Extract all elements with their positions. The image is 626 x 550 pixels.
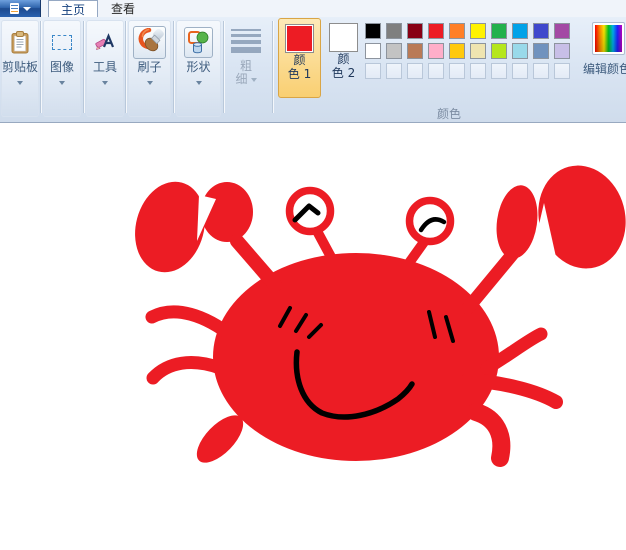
palette-swatch[interactable] [407, 23, 423, 39]
brush-icon [133, 25, 166, 59]
tab-view[interactable]: 查看 [99, 0, 147, 17]
image-group-button[interactable]: 图像 [43, 20, 81, 117]
separator [223, 21, 224, 113]
palette-empty-slot [386, 63, 402, 79]
paint-file-icon [9, 3, 19, 14]
color1-swatch [285, 24, 314, 53]
palette-row-3 [365, 63, 570, 79]
clipboard-label: 剪贴板 [2, 60, 39, 74]
palette-empty-slot [407, 63, 423, 79]
shapes-label: 形状 [186, 60, 211, 74]
color-palette [365, 23, 570, 83]
brushes-label: 刷子 [137, 60, 162, 74]
tools-label: 工具 [92, 60, 117, 74]
palette-swatch[interactable] [386, 43, 402, 59]
palette-swatch[interactable] [512, 43, 528, 59]
paint-window: 主页 查看 剪贴板 图像 工具 刷子 形状 粗 细 颜 色 1 颜 色 2 编辑… [0, 0, 626, 550]
crab-left-eye [285, 186, 335, 236]
crab-left-eyestalk [312, 226, 336, 262]
shapes-icon [184, 26, 213, 58]
palette-swatch[interactable] [428, 43, 444, 59]
edit-colors-label: 编辑颜色 [583, 62, 626, 76]
palette-swatch[interactable] [428, 23, 444, 39]
color2-button[interactable]: 颜 色 2 [325, 18, 362, 98]
palette-empty-slot [512, 63, 528, 79]
palette-empty-slot [428, 63, 444, 79]
palette-swatch[interactable] [470, 23, 486, 39]
brushes-group-button[interactable]: 刷子 [128, 20, 171, 117]
palette-row-1 [365, 23, 570, 39]
palette-swatch[interactable] [512, 23, 528, 39]
color2-label-line2: 色 2 [331, 66, 356, 80]
color1-label-line2: 色 1 [287, 67, 312, 81]
dropdown-arrow-icon [195, 81, 202, 85]
dropdown-arrow-icon [102, 81, 108, 85]
crab-right-flipper [467, 403, 511, 467]
clipboard-group-button[interactable]: 剪贴板 [1, 20, 39, 117]
size-label-line2: 细 [235, 72, 248, 86]
separator [40, 21, 41, 113]
dropdown-arrow-icon [59, 81, 65, 85]
tools-icon [95, 23, 115, 61]
palette-swatch[interactable] [491, 23, 507, 39]
palette-swatch[interactable] [491, 43, 507, 59]
size-group-button[interactable]: 粗 细 [226, 20, 266, 117]
color2-swatch [329, 23, 358, 52]
crab-body [213, 253, 499, 461]
dropdown-arrow-icon [17, 81, 23, 85]
separator [173, 21, 174, 113]
color1-label-line1: 颜 [293, 53, 306, 67]
separator [83, 21, 84, 113]
separator [272, 21, 273, 113]
crab-right-arm [461, 243, 523, 315]
drawing-canvas[interactable] [0, 123, 626, 550]
palette-empty-slot [491, 63, 507, 79]
ribbon: 剪贴板 图像 工具 刷子 形状 粗 细 颜 色 1 颜 色 2 编辑颜色 颜色 [0, 17, 626, 123]
line-thickness-icon [231, 22, 261, 60]
tab-home[interactable]: 主页 [48, 0, 99, 17]
palette-empty-slot [470, 63, 486, 79]
crab-left-leg [146, 356, 227, 385]
palette-empty-slot [449, 63, 465, 79]
palette-swatch[interactable] [554, 43, 570, 59]
crab-left-arm [230, 234, 282, 292]
image-label: 图像 [49, 60, 74, 74]
palette-swatch[interactable] [386, 23, 402, 39]
color2-label-line1: 颜 [337, 52, 350, 66]
dropdown-arrow-icon [250, 78, 257, 82]
palette-swatch[interactable] [470, 43, 486, 59]
tab-view-label: 查看 [111, 2, 136, 16]
colors-group-caption: 颜色 [436, 107, 461, 121]
palette-swatch[interactable] [365, 43, 381, 59]
palette-empty-slot [554, 63, 570, 79]
palette-swatch[interactable] [554, 23, 570, 39]
palette-swatch[interactable] [449, 23, 465, 39]
palette-row-2 [365, 43, 570, 59]
palette-swatch[interactable] [533, 23, 549, 39]
selection-icon [52, 23, 72, 61]
rainbow-palette-icon [595, 25, 622, 52]
tab-home-label: 主页 [61, 2, 86, 17]
crab-right-eyestalk [404, 237, 429, 268]
palette-empty-slot [533, 63, 549, 79]
crab-left-leg [145, 305, 240, 344]
paint-menu-button[interactable] [0, 0, 41, 17]
shapes-group-button[interactable]: 形状 [176, 20, 221, 117]
palette-swatch[interactable] [533, 43, 549, 59]
crab-drawing [135, 165, 626, 467]
separator [125, 21, 126, 113]
dropdown-arrow-icon [146, 81, 153, 85]
palette-empty-slot [365, 63, 381, 79]
color1-button[interactable]: 颜 色 1 [278, 18, 321, 98]
tab-bar: 主页 查看 [0, 0, 626, 17]
palette-swatch[interactable] [449, 43, 465, 59]
clipboard-icon [11, 23, 29, 61]
palette-swatch[interactable] [365, 23, 381, 39]
chevron-down-icon [22, 6, 31, 11]
edit-colors-button[interactable] [592, 22, 625, 55]
palette-swatch[interactable] [407, 43, 423, 59]
tools-group-button[interactable]: 工具 [86, 20, 124, 117]
